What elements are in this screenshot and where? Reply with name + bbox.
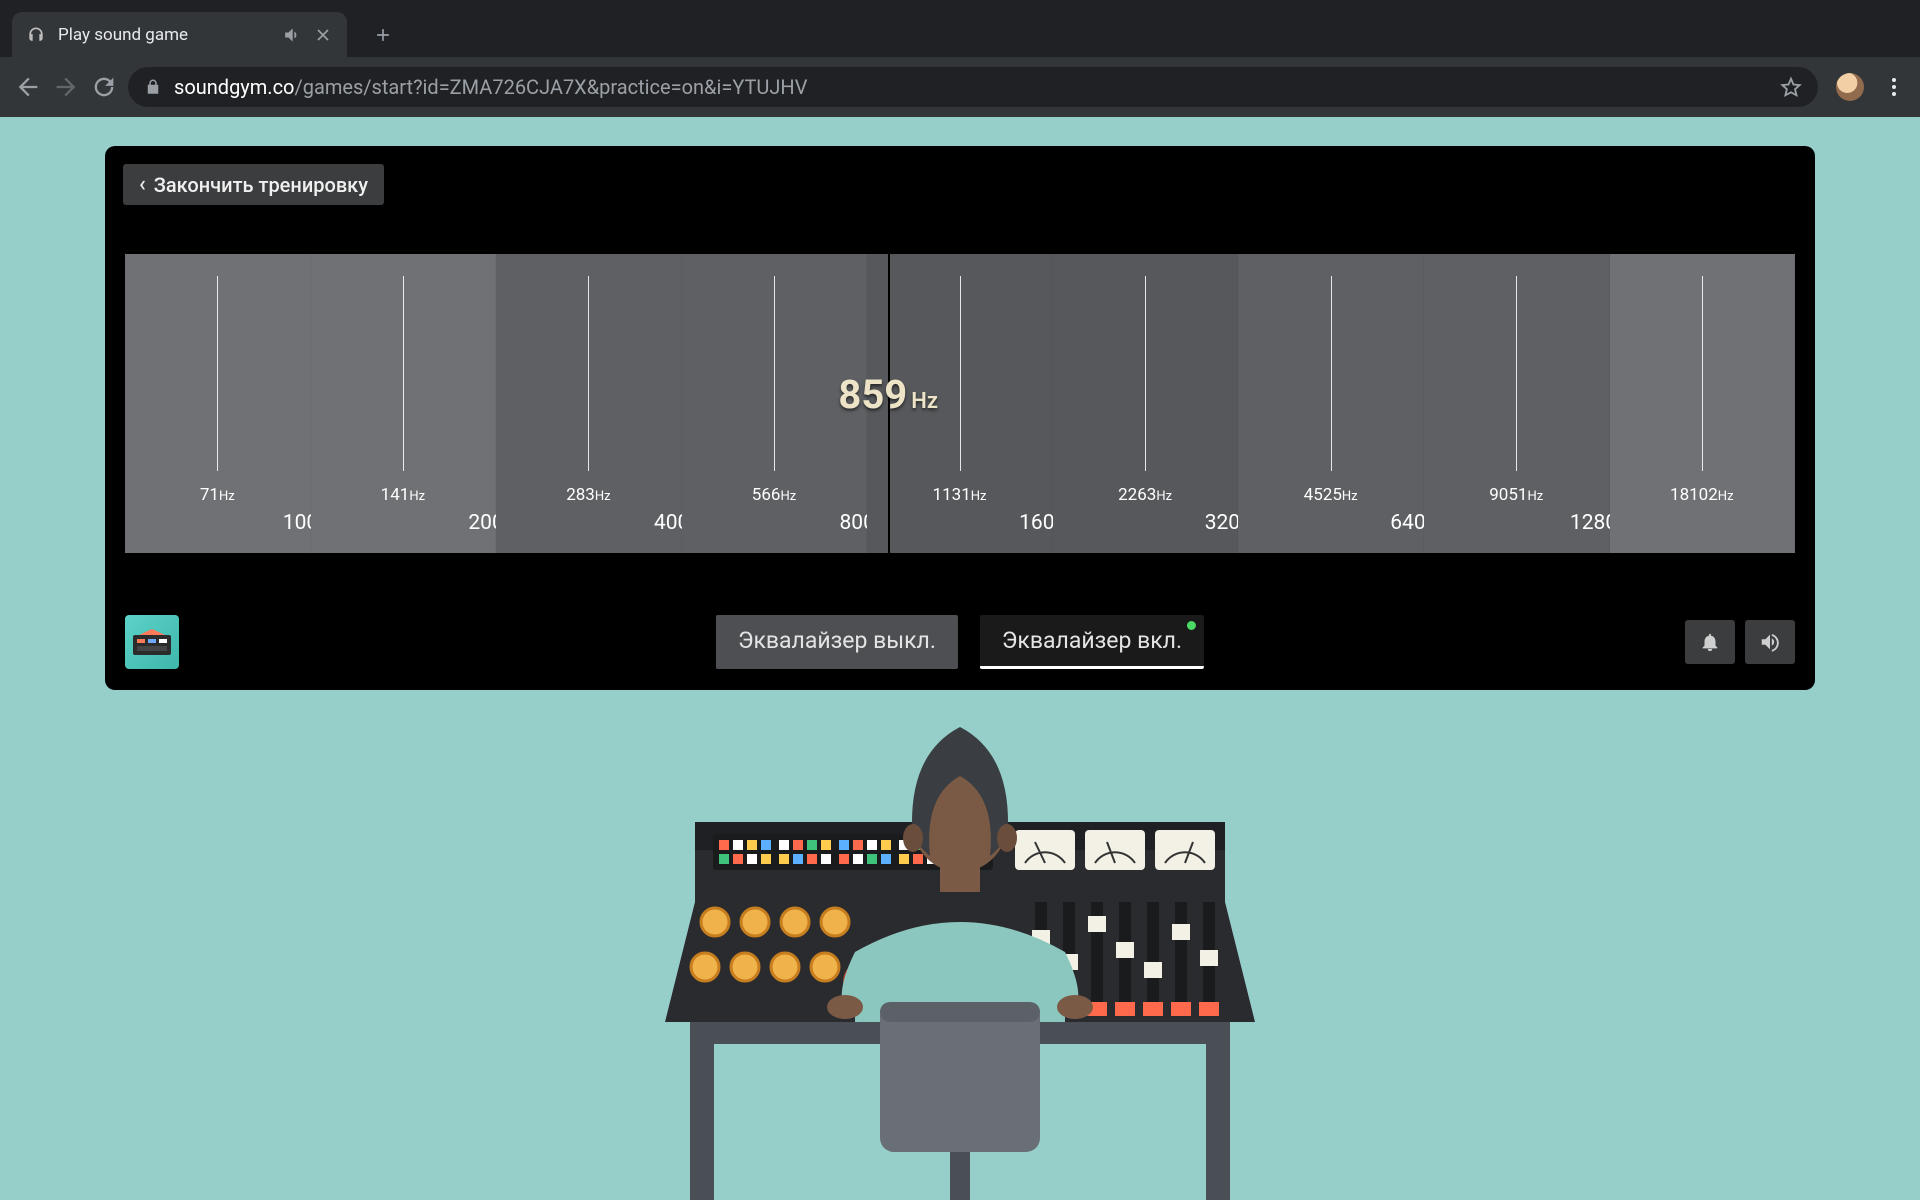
eq-toggle-group: Эквалайзер выкл. Эквалайзер вкл. — [716, 615, 1204, 669]
volume-button[interactable] — [1745, 620, 1795, 664]
bookmark-star-icon[interactable] — [1780, 76, 1802, 98]
game-panel: Закончить тренировку 71Hz 100Hz 141Hz 20… — [105, 146, 1815, 690]
tab-audio-icon[interactable] — [281, 25, 301, 45]
eq-sub-label: 71Hz — [200, 485, 235, 505]
eq-current-value: 859Hz — [838, 371, 938, 418]
eq-tick — [1516, 276, 1517, 471]
nav-forward-button[interactable] — [52, 73, 80, 101]
url-text: soundgym.co/games/start?id=ZMA726CJA7X&p… — [174, 75, 1768, 99]
panel-footer: Эквалайзер выкл. Эквалайзер вкл. — [125, 614, 1795, 670]
eq-cell: 141Hz 200Hz — [311, 254, 497, 553]
profile-avatar[interactable] — [1836, 73, 1864, 101]
page-content: Закончить тренировку 71Hz 100Hz 141Hz 20… — [0, 117, 1920, 1200]
tab-close-icon[interactable] — [313, 25, 333, 45]
eq-sub-label: 2263Hz — [1118, 485, 1172, 505]
eq-cell: 4525Hz 6400Hz — [1238, 254, 1424, 553]
eq-sub-label: 18102Hz — [1670, 485, 1734, 505]
browser-toolbar: soundgym.co/games/start?id=ZMA726CJA7X&p… — [0, 57, 1920, 117]
nav-back-button[interactable] — [14, 73, 42, 101]
nav-reload-button[interactable] — [90, 73, 118, 101]
eq-cell: 18102Hz — [1610, 254, 1796, 553]
mixer-icon — [133, 629, 171, 655]
eq-tick — [588, 276, 589, 471]
eq-tick — [1702, 276, 1703, 471]
browser-tab[interactable]: Play sound game — [12, 12, 347, 57]
browser-tabstrip: Play sound game — [0, 0, 1920, 57]
tab-title: Play sound game — [58, 25, 269, 45]
eq-off-button[interactable]: Эквалайзер выкл. — [716, 615, 958, 669]
new-tab-button[interactable] — [365, 17, 401, 53]
eq-cell: 71Hz 100Hz — [125, 254, 311, 553]
finish-training-button[interactable]: Закончить тренировку — [123, 164, 384, 205]
eq-tick — [1331, 276, 1332, 471]
lock-icon — [144, 78, 162, 96]
eq-tick — [774, 276, 775, 471]
eq-cell: 2263Hz 3200Hz — [1053, 254, 1239, 553]
address-bar[interactable]: soundgym.co/games/start?id=ZMA726CJA7X&p… — [128, 67, 1818, 107]
eq-sub-label: 141Hz — [381, 485, 425, 505]
bell-icon — [1699, 631, 1721, 653]
game-thumbnail[interactable] — [125, 615, 179, 669]
eq-sub-label: 566Hz — [752, 485, 796, 505]
headphones-icon — [26, 25, 46, 45]
eq-on-button[interactable]: Эквалайзер вкл. — [980, 615, 1204, 669]
speaker-icon — [1759, 631, 1781, 653]
eq-cell: 9051Hz 12800Hz — [1424, 254, 1610, 553]
browser-menu-icon[interactable] — [1882, 75, 1906, 99]
eq-sub-label: 283Hz — [566, 485, 610, 505]
eq-tick — [217, 276, 218, 471]
eq-tick — [403, 276, 404, 471]
notifications-button[interactable] — [1685, 620, 1735, 664]
eq-tick — [1145, 276, 1146, 471]
eq-sub-label: 4525Hz — [1304, 485, 1358, 505]
eq-off-label: Эквалайзер выкл. — [738, 627, 936, 654]
eq-cell: 283Hz 400Hz — [496, 254, 682, 553]
active-indicator-dot — [1187, 621, 1196, 630]
eq-sub-label: 1131Hz — [933, 485, 987, 505]
eq-on-label: Эквалайзер вкл. — [1002, 627, 1182, 654]
sound-engineer-illustration — [635, 692, 1285, 1200]
eq-sub-label: 9051Hz — [1489, 485, 1543, 505]
finish-training-label: Закончить тренировку — [154, 173, 368, 197]
eq-spectrum[interactable]: 71Hz 100Hz 141Hz 200Hz 283Hz 400Hz 566Hz… — [125, 254, 1795, 553]
eq-tick — [960, 276, 961, 471]
